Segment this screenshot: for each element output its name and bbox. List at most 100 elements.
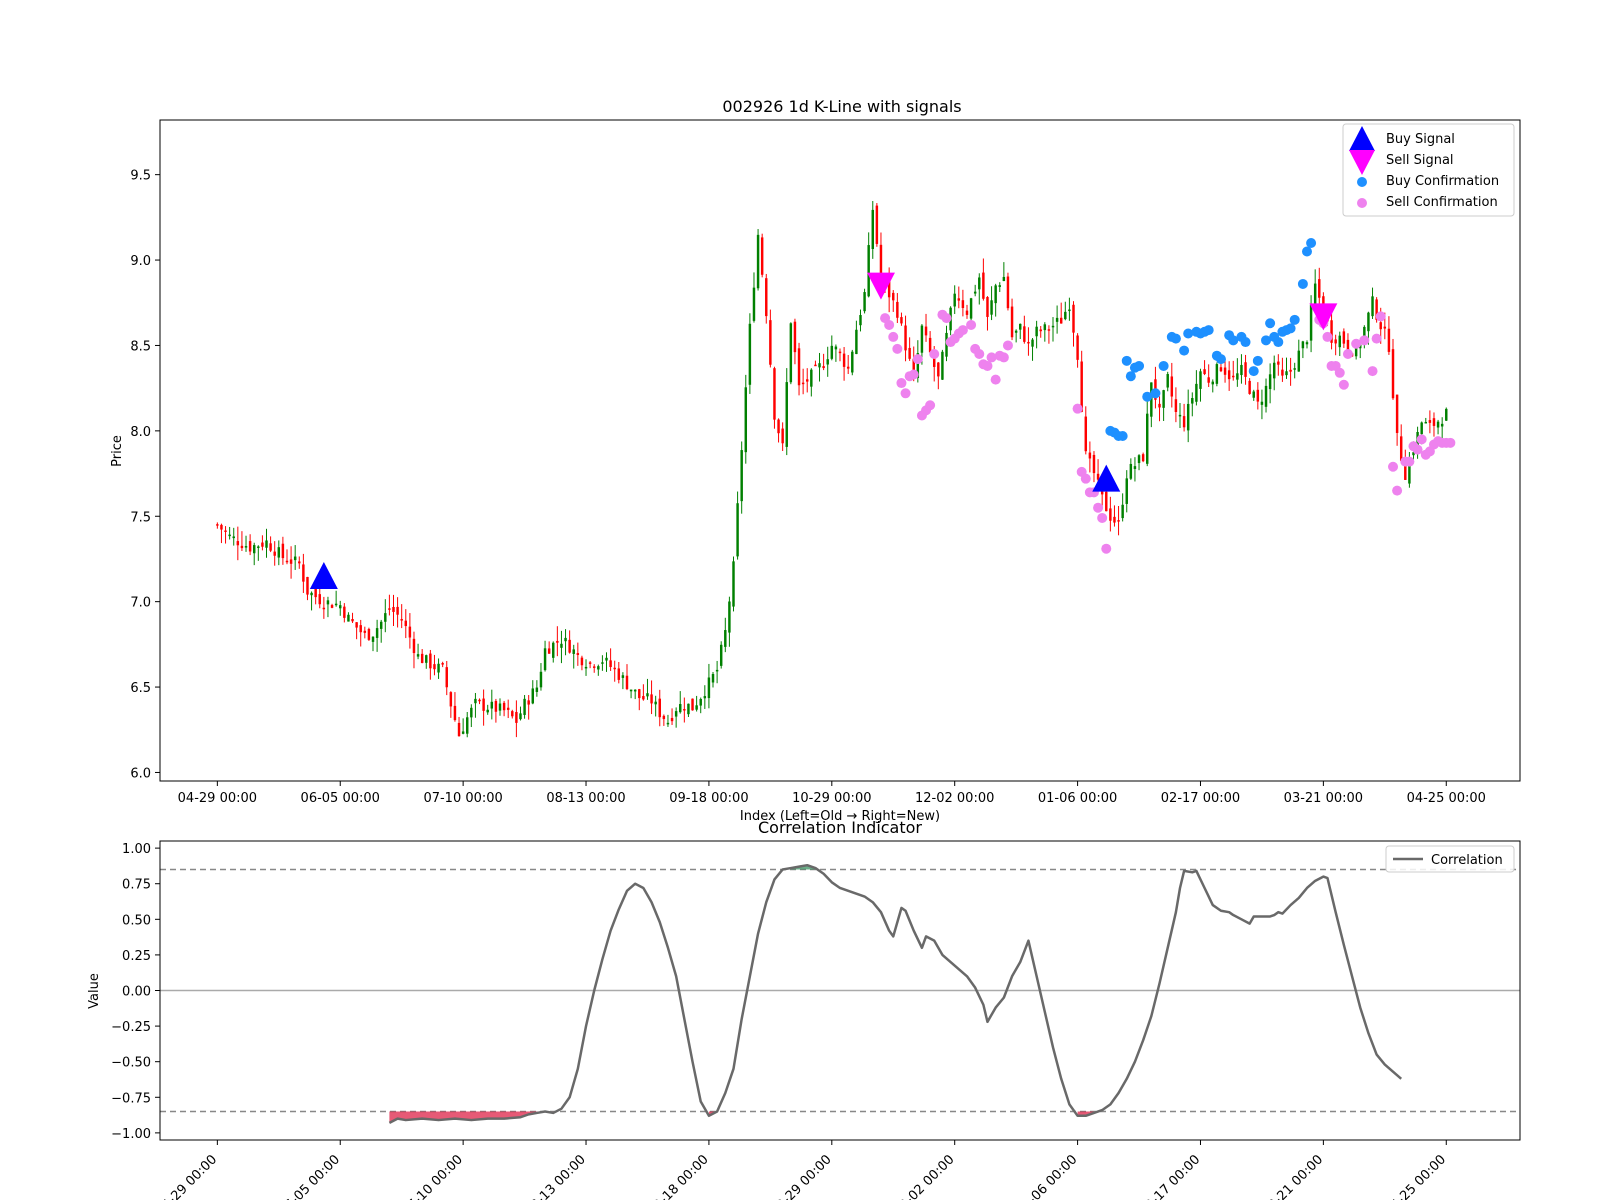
sell-confirmation-point xyxy=(990,374,1001,385)
candle-body xyxy=(851,351,854,373)
candle-body xyxy=(973,291,977,294)
candle-body xyxy=(773,368,776,420)
candle-body xyxy=(1436,421,1440,428)
sell-confirmation-point xyxy=(1359,335,1370,346)
sell-confirmation-point xyxy=(1002,340,1013,351)
candle-body xyxy=(1399,436,1403,461)
candle-body xyxy=(363,630,367,633)
candle-body xyxy=(535,687,539,692)
candle-body xyxy=(367,628,371,640)
candle-body xyxy=(1211,381,1214,385)
sell-confirmation-point xyxy=(1080,473,1091,484)
correlation-x-tick-label: 04-29 00:00 xyxy=(153,1152,220,1200)
candle-body xyxy=(822,366,825,369)
kline-x-tick-label: 07-10 00:00 xyxy=(423,791,502,806)
candle-body xyxy=(1166,374,1169,388)
candle-body xyxy=(330,605,334,608)
sell-confirmation-point xyxy=(908,369,919,380)
candle-body xyxy=(756,234,760,289)
correlation-y-tick-label: −0.50 xyxy=(111,1056,151,1071)
candle-body xyxy=(1346,339,1350,351)
candle-body xyxy=(1207,377,1210,383)
candle-body xyxy=(1281,369,1284,376)
candle-body xyxy=(846,366,850,369)
candle-body xyxy=(703,696,707,699)
candle-body xyxy=(244,546,248,548)
candle-body xyxy=(420,653,424,663)
sell-confirmation-point xyxy=(974,348,985,359)
kline-x-tick-label: 09-18 00:00 xyxy=(669,791,748,806)
candle-body xyxy=(1445,408,1448,421)
candle-body xyxy=(277,547,281,558)
candle-body xyxy=(527,700,530,705)
legend-buy-confirmation-label: Buy Confirmation xyxy=(1386,174,1499,189)
kline-x-tick-label: 04-29 00:00 xyxy=(178,791,257,806)
candle-body xyxy=(580,657,584,666)
candle-body xyxy=(793,321,797,353)
candle-body xyxy=(654,701,657,705)
candle-body xyxy=(355,622,358,628)
kline-x-tick-label: 10-29 00:00 xyxy=(792,791,871,806)
candle-body xyxy=(662,715,666,720)
sell-confirmation-point xyxy=(1072,403,1083,414)
candle-body xyxy=(1002,276,1006,282)
sell-signal-marker xyxy=(1309,303,1338,331)
candle-body xyxy=(478,699,481,702)
sell-confirmation-point xyxy=(1371,333,1382,344)
candle-body xyxy=(1059,317,1063,324)
candle-body xyxy=(1240,364,1243,376)
candle-body xyxy=(392,606,395,612)
candle-body xyxy=(1272,362,1276,379)
candle-body xyxy=(613,667,616,670)
candle-body xyxy=(617,668,621,680)
buy-confirmation-point xyxy=(1117,430,1128,441)
candle-body xyxy=(752,287,756,321)
candle-body xyxy=(1244,362,1247,377)
candle-body xyxy=(1129,463,1133,479)
correlation-x-tick-label: 01-06 00:00 xyxy=(1014,1152,1081,1200)
candle-body xyxy=(1223,367,1227,375)
candle-body xyxy=(1338,335,1341,348)
correlation-chart-title: Correlation Indicator xyxy=(758,818,922,837)
candle-body xyxy=(670,717,674,722)
correlation-y-tick-label: 1.00 xyxy=(122,842,151,857)
candle-body xyxy=(691,698,694,711)
candle-body xyxy=(1170,376,1174,397)
candle-body xyxy=(621,675,625,678)
buy-confirmation-point xyxy=(1273,337,1284,348)
candle-body xyxy=(994,285,997,304)
correlation-y-tick-label: −1.00 xyxy=(111,1127,151,1142)
candle-body xyxy=(1420,422,1423,435)
kline-y-tick-label: 7.5 xyxy=(130,510,151,525)
candle-body xyxy=(728,601,731,633)
candle-body xyxy=(781,428,784,444)
candle-body xyxy=(269,543,272,551)
candle-body xyxy=(474,698,477,704)
legend-sell-confirmation-marker xyxy=(1357,198,1367,208)
sell-confirmation-point xyxy=(941,313,952,324)
candle-body xyxy=(769,320,772,365)
candle-body xyxy=(1174,399,1178,413)
sell-confirmation-point xyxy=(1404,456,1415,467)
kline-y-axis: 6.0 6.5 7.0 7.5 8.0 8.5 9.0 9.5 xyxy=(130,169,160,781)
kline-y-tick-label: 6.0 xyxy=(130,766,151,781)
buy-confirmation-point xyxy=(1252,355,1263,366)
buy-confirmation-point xyxy=(1306,237,1317,248)
candle-body xyxy=(502,702,506,711)
candle-body xyxy=(1305,342,1309,345)
correlation-x-tick-label: 10-29 00:00 xyxy=(768,1152,835,1200)
sell-confirmation-point xyxy=(998,352,1009,363)
sell-confirmation-point xyxy=(925,400,936,411)
candle-body xyxy=(248,541,252,552)
sell-confirmation-point xyxy=(1388,461,1399,472)
candle-body xyxy=(261,542,264,547)
candle-body xyxy=(404,620,408,627)
candle-body xyxy=(871,209,874,250)
correlation-legend: Correlation xyxy=(1385,845,1515,873)
candle-body xyxy=(470,707,473,718)
candle-body xyxy=(1186,403,1190,431)
candle-body xyxy=(711,674,715,683)
candle-body xyxy=(724,630,727,647)
candle-body xyxy=(1195,383,1198,402)
candle-body xyxy=(429,653,432,669)
